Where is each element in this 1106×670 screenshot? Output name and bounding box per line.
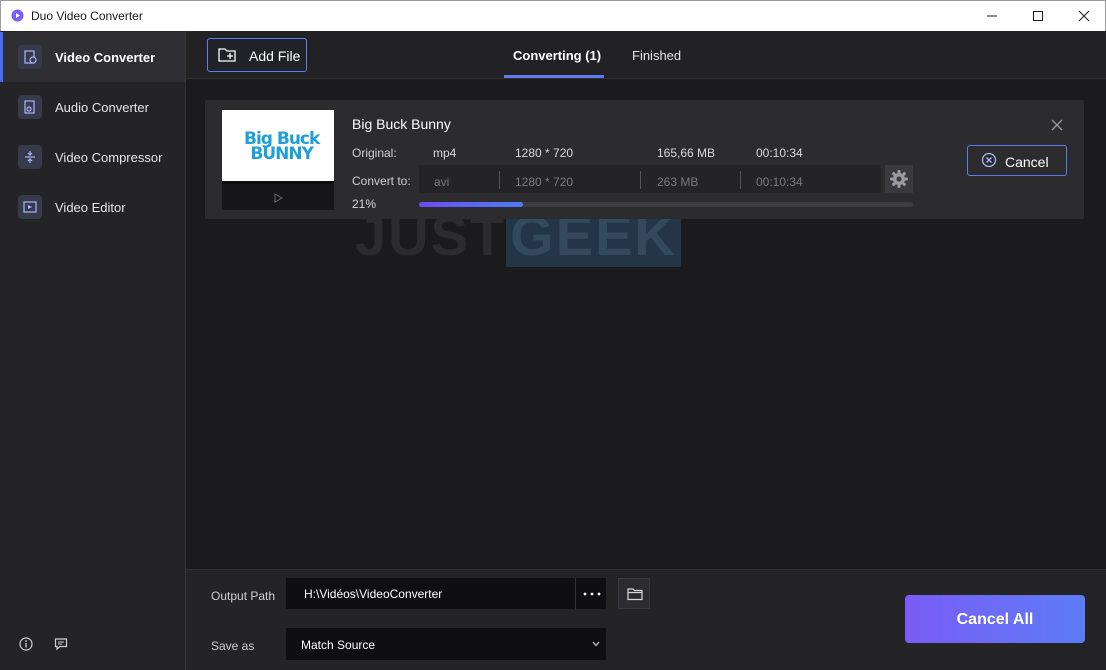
original-size: 165,66 MB	[657, 146, 716, 160]
output-path-field[interactable]: H:\Vidéos\VideoConverter	[286, 578, 606, 609]
progress-fill	[419, 202, 523, 207]
file-title: Big Buck Bunny	[352, 116, 451, 132]
original-label: Original:	[352, 146, 397, 160]
remove-task-icon[interactable]	[1051, 119, 1063, 131]
convert-format[interactable]: avi	[434, 175, 449, 189]
close-window-button[interactable]	[1061, 1, 1106, 32]
open-folder-button[interactable]	[618, 578, 650, 609]
feedback-icon[interactable]	[54, 637, 68, 651]
save-as-value: Match Source	[301, 638, 376, 652]
add-file-label: Add File	[249, 48, 301, 64]
convert-settings-box[interactable]	[419, 165, 881, 193]
save-as-label: Save as	[211, 639, 255, 653]
browse-path-button[interactable]	[575, 578, 606, 609]
title-bar: Duo Video Converter	[0, 0, 1106, 31]
cancel-circle-icon	[981, 152, 997, 168]
sidebar-item-video-editor[interactable]: Video Editor	[0, 182, 185, 232]
progress-percent: 21%	[352, 197, 377, 211]
progress-bar	[419, 202, 913, 207]
play-icon[interactable]	[274, 193, 283, 203]
cancel-all-button[interactable]: Cancel All	[905, 595, 1085, 643]
cancel-all-label: Cancel All	[956, 611, 1034, 628]
more-dots-icon	[583, 592, 601, 596]
maximize-button[interactable]	[1015, 1, 1061, 32]
convert-size: 263 MB	[657, 175, 699, 189]
video-editor-icon	[18, 195, 42, 219]
cancel-button[interactable]: Cancel	[967, 145, 1067, 176]
gear-icon	[890, 170, 908, 188]
info-icon[interactable]	[19, 637, 33, 651]
minimize-button[interactable]	[969, 1, 1015, 32]
sidebar-item-label: Video Compressor	[55, 150, 163, 165]
sidebar-item-audio-converter[interactable]: Audio Converter	[0, 82, 185, 132]
app-logo-icon	[11, 9, 24, 22]
add-file-icon	[218, 48, 236, 62]
sidebar-item-label: Video Editor	[55, 200, 126, 215]
sidebar-item-label: Audio Converter	[55, 100, 149, 115]
maximize-icon	[1033, 11, 1043, 21]
original-duration: 00:10:34	[756, 146, 803, 160]
add-file-button[interactable]: Add File	[207, 38, 307, 72]
save-as-select[interactable]: Match Source	[286, 628, 606, 660]
convert-duration: 00:10:34	[756, 175, 803, 189]
divider	[640, 171, 641, 189]
sidebar-item-video-converter[interactable]: Video Converter	[0, 32, 185, 82]
convert-resolution[interactable]: 1280 * 720	[515, 175, 573, 189]
sidebar-item-label: Video Converter	[55, 50, 156, 65]
thumbnail-text-line2: BUNNY	[250, 144, 314, 164]
thumbnail-title: Big Buck BUNNY	[244, 131, 320, 164]
divider	[740, 171, 741, 189]
divider	[499, 171, 500, 189]
original-resolution: 1280 * 720	[515, 146, 574, 160]
video-thumbnail[interactable]: Big Buck BUNNY	[222, 110, 334, 210]
minimize-icon	[987, 15, 997, 17]
cancel-label: Cancel	[1005, 154, 1049, 170]
audio-converter-icon	[18, 95, 42, 119]
video-converter-icon	[18, 45, 42, 69]
tab-converting[interactable]: Converting (1)	[513, 48, 601, 63]
video-compressor-icon	[18, 145, 42, 169]
output-path-label: Output Path	[211, 589, 276, 603]
thumbnail-image: Big Buck BUNNY	[222, 110, 334, 184]
sidebar: Video Converter Audio Converter Video Co…	[0, 31, 186, 670]
app-title: Duo Video Converter	[31, 9, 143, 23]
output-path-value: H:\Vidéos\VideoConverter	[304, 587, 443, 601]
settings-button[interactable]	[885, 165, 913, 193]
active-tab-indicator	[504, 75, 604, 78]
close-icon	[1078, 10, 1090, 22]
sidebar-item-video-compressor[interactable]: Video Compressor	[0, 132, 185, 182]
folder-icon	[627, 588, 643, 601]
tab-finished[interactable]: Finished	[632, 48, 681, 63]
convert-to-label: Convert to:	[352, 174, 411, 188]
chevron-down-icon	[592, 641, 600, 647]
original-format: mp4	[433, 146, 457, 160]
